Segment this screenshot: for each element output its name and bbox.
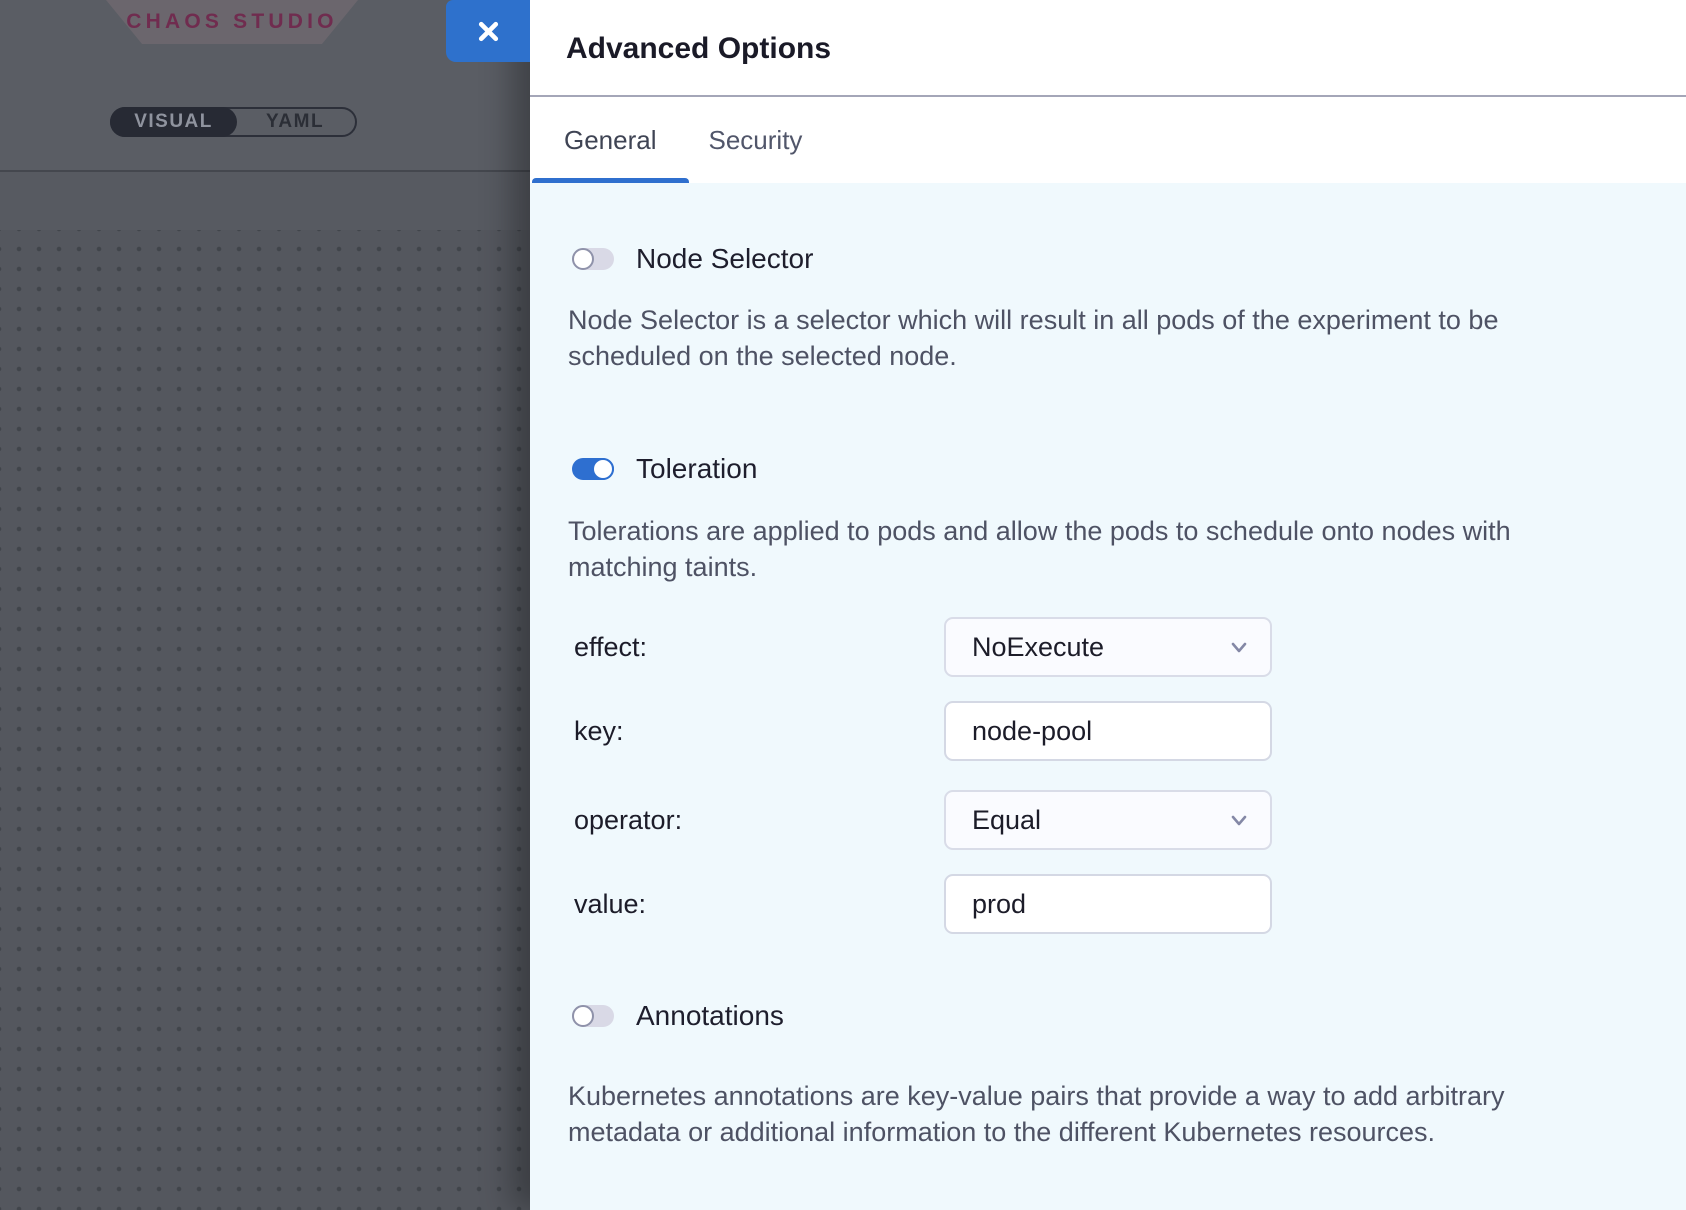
close-icon — [475, 18, 502, 45]
toleration-toggle[interactable] — [572, 458, 614, 480]
experiment-dot-grid-canvas — [0, 230, 530, 1210]
general-tab-content: Node Selector Node Selector is a selecto… — [530, 183, 1686, 1210]
toleration-row: Toleration — [572, 453, 757, 485]
key-field-row: key: — [530, 701, 1686, 761]
effect-select[interactable]: NoExecute — [944, 617, 1272, 677]
chaos-studio-app: CHAOS STUDIO VISUAL YAML Advanced Option… — [0, 0, 1686, 1210]
annotations-label: Annotations — [636, 1000, 784, 1032]
toleration-description: Tolerations are applied to pods and allo… — [568, 513, 1511, 585]
close-drawer-button[interactable] — [446, 0, 530, 62]
advanced-options-drawer: Advanced Options General Security Node S… — [530, 0, 1686, 1210]
drawer-title: Advanced Options — [566, 0, 831, 95]
chaos-studio-banner: CHAOS STUDIO — [106, 0, 358, 44]
visual-tab[interactable]: VISUAL — [110, 107, 237, 137]
chevron-down-icon — [1228, 809, 1250, 831]
stage-toolbar-band — [0, 172, 530, 230]
key-input[interactable] — [944, 701, 1272, 761]
key-label: key: — [574, 701, 624, 761]
effect-label: effect: — [574, 617, 647, 677]
dimmed-canvas-stage: CHAOS STUDIO VISUAL YAML — [0, 0, 530, 1210]
visual-yaml-toggle[interactable]: VISUAL YAML — [110, 107, 357, 137]
toggle-knob — [592, 458, 614, 480]
toggle-knob — [572, 248, 594, 270]
annotations-description: Kubernetes annotations are key-value pai… — [568, 1078, 1505, 1150]
annotations-row: Annotations — [572, 1000, 784, 1032]
effect-selected-value: NoExecute — [972, 632, 1104, 663]
node-selector-label: Node Selector — [636, 243, 813, 275]
operator-select[interactable]: Equal — [944, 790, 1272, 850]
value-label: value: — [574, 874, 646, 934]
yaml-tab[interactable]: YAML — [235, 109, 355, 135]
tab-security[interactable]: Security — [689, 97, 835, 183]
toggle-knob — [572, 1005, 594, 1027]
node-selector-toggle[interactable] — [572, 248, 614, 270]
chevron-down-icon — [1228, 636, 1250, 658]
operator-selected-value: Equal — [972, 805, 1041, 836]
value-field-row: value: — [530, 874, 1686, 934]
chaos-studio-banner-label: CHAOS STUDIO — [126, 10, 337, 34]
annotations-toggle[interactable] — [572, 1005, 614, 1027]
operator-field-row: operator: Equal — [530, 790, 1686, 850]
value-input[interactable] — [944, 874, 1272, 934]
operator-label: operator: — [574, 790, 682, 850]
drawer-tabbar: General Security — [532, 97, 834, 183]
node-selector-row: Node Selector — [572, 243, 813, 275]
effect-field-row: effect: NoExecute — [530, 617, 1686, 677]
node-selector-description: Node Selector is a selector which will r… — [568, 302, 1498, 374]
tab-general[interactable]: General — [532, 97, 689, 183]
drawer-header: Advanced Options — [530, 0, 1686, 95]
toleration-label: Toleration — [636, 453, 757, 485]
